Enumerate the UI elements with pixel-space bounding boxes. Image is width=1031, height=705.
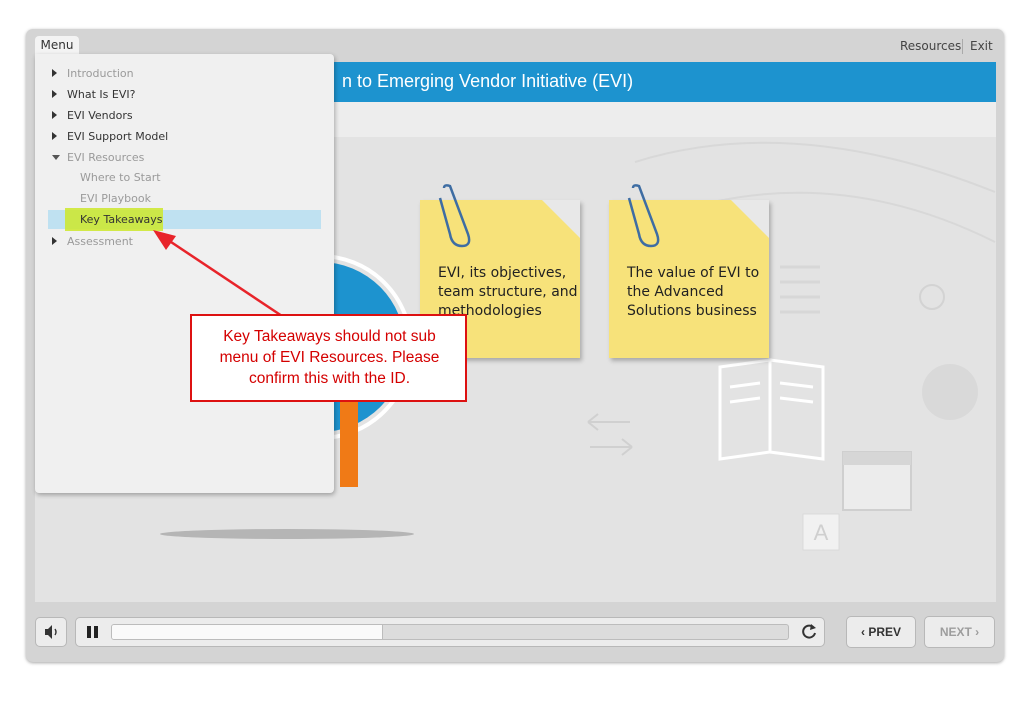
annotation-arrow — [153, 230, 286, 320]
annotation-text: Key Takeaways should not sub menu of EVI… — [219, 328, 440, 387]
annotation-callout: Key Takeaways should not sub menu of EVI… — [190, 314, 467, 402]
